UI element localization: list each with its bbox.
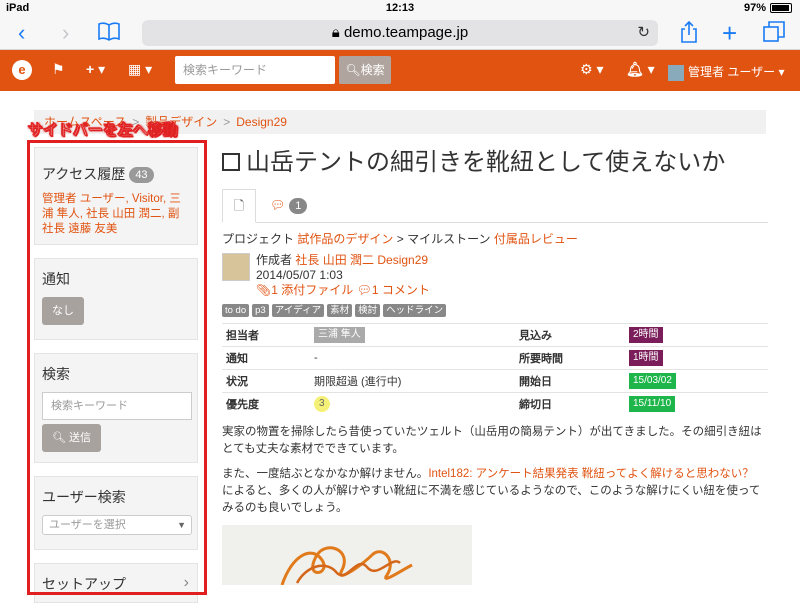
prop-key: 開始日 xyxy=(515,369,625,393)
prop-key: 状況 xyxy=(222,369,310,393)
flag-icon[interactable]: ⚑ xyxy=(52,61,65,78)
battery-icon xyxy=(770,3,792,13)
user-menu[interactable]: 管理者 ユーザー ▾ xyxy=(668,63,784,81)
author-avatar xyxy=(222,253,250,281)
new-tab-icon[interactable]: + xyxy=(722,20,737,46)
post-date: 2014/05/07 1:03 xyxy=(256,268,343,282)
clock: 12:13 xyxy=(385,2,415,14)
prop-key: 通知 xyxy=(222,346,310,370)
app-logo-icon[interactable]: e xyxy=(12,60,32,80)
paragraph: また、一度結ぶとなかなか解けません。Intel182: アンケート結果発表 靴紐… xyxy=(222,466,768,517)
page-title-text: 山岳テントの細引きを靴紐として使えないか xyxy=(246,149,726,176)
comment-count-badge: 1 xyxy=(289,198,308,214)
prop-value: - xyxy=(310,346,515,370)
tab-bar: 🗋 💬︎ 1 xyxy=(222,189,768,223)
url-bar[interactable]: 🔒︎ demo.teampage.jp ↻ xyxy=(142,20,658,46)
comments-link[interactable]: 1 コメント xyxy=(372,283,430,297)
nav-search-button[interactable]: 🔍︎検索 xyxy=(339,56,391,84)
cord-photo xyxy=(222,524,472,585)
tag[interactable]: p3 xyxy=(252,304,269,317)
document-icon: 🗋 xyxy=(233,198,245,213)
author-label: 作成者 xyxy=(256,253,293,267)
prop-key: 担当者 xyxy=(222,323,310,347)
tag[interactable]: to do xyxy=(222,304,250,317)
grid-menu-icon[interactable]: ▦ ▾ xyxy=(128,61,152,78)
status-right: 97% xyxy=(744,2,792,14)
space-link[interactable]: Design29 xyxy=(377,253,428,267)
bell-icon[interactable]: 🔔︎ ▾ xyxy=(626,61,655,78)
table-row: 通知 - 所要時間 1時間 xyxy=(222,346,768,370)
prop-key: 所要時間 xyxy=(515,346,625,370)
tag[interactable]: アイディア xyxy=(271,304,325,317)
app-navbar: e ⚑ + ▾ ▦ ▾ 検索キーワード 🔍︎検索 ⚙ ▾ 🔔︎ ▾ 管理者 ユー… xyxy=(0,50,800,91)
reload-icon[interactable]: ↻ xyxy=(637,20,650,46)
milestone-link[interactable]: 付属品レビュー xyxy=(494,232,578,246)
url-text: demo.teampage.jp xyxy=(343,24,469,41)
add-menu-icon[interactable]: + ▾ xyxy=(86,61,105,78)
tag[interactable]: ヘッドライン xyxy=(383,304,447,317)
search-icon: 🔍︎ xyxy=(345,63,361,77)
forward-icon[interactable]: › xyxy=(62,21,69,45)
comment-icon: 💬︎ xyxy=(356,283,372,297)
bookmarks-icon[interactable] xyxy=(98,21,120,47)
battery-percent: 97% xyxy=(743,2,766,14)
time-spent-badge: 1時間 xyxy=(629,350,663,366)
milestone-label: マイルストーン xyxy=(407,232,491,246)
table-row: 担当者 三浦 隼人 見込み 2時間 xyxy=(222,323,768,347)
due-date-badge: 15/11/10 xyxy=(629,396,676,413)
share-icon[interactable] xyxy=(680,20,698,48)
gear-icon[interactable]: ⚙ ▾ xyxy=(580,61,603,78)
tabs-icon[interactable] xyxy=(763,21,785,48)
table-row: 状況 期限超過 (進行中) 開始日 15/03/02 xyxy=(222,369,768,393)
back-icon[interactable]: ‹ xyxy=(18,21,25,45)
estimate-badge: 2時間 xyxy=(629,327,663,343)
tag[interactable]: 検討 xyxy=(355,304,381,317)
tab-comments[interactable]: 💬︎ 1 xyxy=(270,198,308,214)
prop-key: 見込み xyxy=(515,323,625,347)
properties-table: 担当者 三浦 隼人 見込み 2時間 通知 - 所要時間 1時間 状況 期限超過 … xyxy=(222,323,768,416)
project-label: プロジェクト xyxy=(222,232,295,246)
tag-list: to do p3 アイディア 素材 検討 ヘッドライン xyxy=(222,304,768,317)
priority-badge: 3 xyxy=(314,396,330,413)
main-content: 山岳テントの細引きを靴紐として使えないか 🗋 💬︎ 1 プロジェクト 試作品のデザ… xyxy=(222,147,768,585)
project-line: プロジェクト 試作品のデザイン > マイルストーン 付属品レビュー xyxy=(222,232,578,246)
prop-value: 期限超過 (進行中) xyxy=(310,369,515,393)
checkbox[interactable] xyxy=(222,153,240,171)
author-block: 作成者 社長 山田 潤二 Design29 2014/05/07 1:03 📎︎… xyxy=(222,253,768,298)
article-body: 実家の物置を掃除したら昔使っていたツェルト（山岳用の簡易テント）が出てきました。… xyxy=(222,424,768,517)
prop-key: 締切日 xyxy=(515,392,625,416)
user-name: 管理者 ユーザー xyxy=(688,65,776,79)
paperclip-icon: 📎︎ xyxy=(256,283,272,297)
page-title: 山岳テントの細引きを靴紐として使えないか xyxy=(222,147,768,179)
tab-document[interactable]: 🗋 xyxy=(222,189,256,223)
start-date-badge: 15/03/02 xyxy=(629,373,676,389)
tag[interactable]: 素材 xyxy=(327,304,353,317)
paragraph-text: また、一度結ぶとなかなか解けません。 xyxy=(222,467,429,480)
lock-icon: 🔒︎ xyxy=(331,24,340,41)
annotation-box xyxy=(27,140,207,595)
author-link[interactable]: 社長 山田 潤二 xyxy=(295,253,374,267)
safari-toolbar: ‹ › 🔒︎ demo.teampage.jp ↻ + xyxy=(0,17,800,50)
prop-key: 優先度 xyxy=(222,392,310,416)
nav-search-input[interactable]: 検索キーワード xyxy=(175,56,335,84)
annotation-label: サイドバーを左へ移動 xyxy=(28,122,179,139)
comment-icon: 💬︎ xyxy=(270,198,286,213)
table-row: 優先度 3 締切日 15/11/10 xyxy=(222,392,768,416)
ios-status-bar: iPad 12:13 97% xyxy=(0,0,800,17)
assignee-badge[interactable]: 三浦 隼人 xyxy=(314,327,365,343)
nav-search-button-label: 検索 xyxy=(360,63,385,77)
project-link[interactable]: 試作品のデザイン xyxy=(297,232,393,246)
intel-link[interactable]: Intel182: アンケート結果発表 靴紐ってよく解けると思わない？ xyxy=(428,468,753,480)
paragraph: 実家の物置を掃除したら昔使っていたツェルト（山岳用の簡易テント）が出てきました。… xyxy=(222,425,762,455)
attachments-link[interactable]: 1 添付ファイル xyxy=(271,283,353,297)
avatar xyxy=(668,64,684,81)
paragraph-text: によると、多くの人が解けやすい靴紐に不満を感じているようなので、このような解けに… xyxy=(222,484,761,514)
breadcrumb-item[interactable]: Design29 xyxy=(236,115,287,129)
